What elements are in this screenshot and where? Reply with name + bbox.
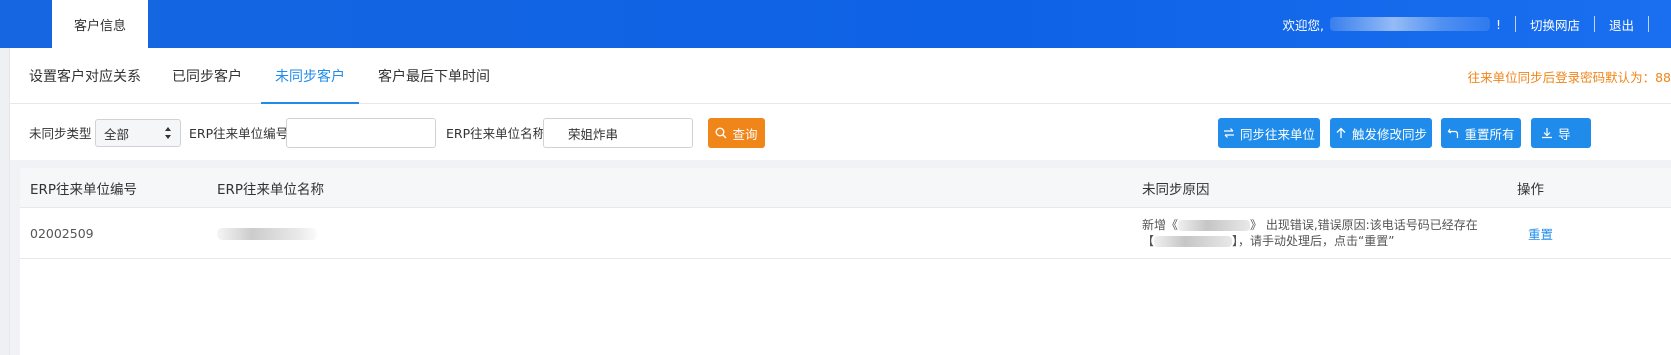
- filter-bar: 未同步类型 全部 ERP往来单位编号 ERP往来单位名称 荣姐炸串 查询 同步往…: [10, 104, 1671, 160]
- select-value: 全部: [104, 126, 130, 142]
- cell-unsynced-reason: 新增《 》 出现错误,错误原因:该电话号码已经存在 【 】，请手动处理后，点击“重置…: [1142, 217, 1502, 249]
- reset-all-label: 重置所有: [1464, 126, 1515, 142]
- reason-part: 【: [1142, 234, 1155, 248]
- section-gap: [10, 160, 1671, 168]
- unsynced-type-label: 未同步类型: [29, 125, 92, 141]
- tab-label: 客户最后下单时间: [378, 69, 490, 85]
- col-erp-code: ERP往来单位编号: [30, 182, 138, 198]
- erp-code-label: ERP往来单位编号: [189, 125, 289, 141]
- tab-synced-customers[interactable]: 已同步客户: [172, 48, 242, 104]
- reason-part: 》 出现错误,错误原因:该电话号码已经存在: [1250, 218, 1478, 232]
- tab-label: 设置客户对应关系: [29, 69, 141, 85]
- left-sidebar-edge: [0, 48, 10, 355]
- switch-store-link[interactable]: 切换网店: [1530, 15, 1580, 34]
- sync-units-label: 同步往来单位: [1239, 126, 1315, 142]
- col-actions: 操作: [1517, 182, 1544, 198]
- cell-erp-name-redacted: [217, 208, 317, 259]
- reset-all-button[interactable]: 重置所有: [1441, 118, 1521, 148]
- erp-name-input[interactable]: 荣姐炸串: [543, 118, 693, 148]
- reset-link-label: 重置: [1528, 227, 1554, 242]
- header-user-area: 欢迎您, ! 切换网店 退出: [1282, 0, 1671, 48]
- header-divider: [1648, 16, 1649, 32]
- undo-icon: [1448, 128, 1459, 138]
- redacted-phone: [1154, 236, 1233, 247]
- search-button[interactable]: 查询: [708, 118, 765, 148]
- export-label: 导: [1558, 126, 1571, 142]
- table-header: ERP往来单位编号 ERP往来单位名称 未同步原因 操作: [20, 168, 1671, 208]
- search-button-label: 查询: [732, 126, 758, 142]
- unsynced-type-select[interactable]: 全部: [95, 119, 181, 147]
- tab-last-order-time[interactable]: 客户最后下单时间: [378, 48, 490, 104]
- sub-tabs-bar: 设置客户对应关系 已同步客户 未同步客户 客户最后下单时间 往来单位同步后登录密…: [10, 48, 1671, 104]
- tab-label: 已同步客户: [172, 69, 242, 85]
- erp-code-input[interactable]: [286, 118, 436, 148]
- arrow-up-icon: [1336, 127, 1346, 138]
- reset-row-link[interactable]: 重置: [1528, 208, 1553, 259]
- header-divider: [1514, 16, 1516, 32]
- redacted-unit-name: [1178, 220, 1251, 231]
- tab-label: 未同步客户: [275, 69, 345, 85]
- redacted-username: [1329, 17, 1490, 31]
- tab-set-customer-mapping[interactable]: 设置客户对应关系: [29, 48, 141, 104]
- top-header: 客户信息 欢迎您, ! 切换网店 退出: [0, 0, 1671, 48]
- header-tab-label: 客户信息: [73, 18, 126, 34]
- table-row: 02002509 新增《 》 出现错误,错误原因:该电话号码已经存在 【 】，请手动…: [20, 208, 1671, 259]
- reason-part: 】，请手动处理后，点击“重置”: [1232, 234, 1395, 248]
- cell-erp-code: 02002509: [30, 226, 94, 241]
- unsynced-table: ERP往来单位编号 ERP往来单位名称 未同步原因 操作 02002509 新增…: [20, 168, 1671, 355]
- password-notice: 往来单位同步后登录密码默认为：88: [1467, 69, 1671, 85]
- select-arrows-icon: [165, 127, 171, 139]
- sync-units-button[interactable]: 同步往来单位: [1218, 118, 1320, 148]
- col-erp-name: ERP往来单位名称: [217, 182, 325, 198]
- tab-unsynced-customers[interactable]: 未同步客户: [261, 48, 359, 104]
- download-icon: [1542, 128, 1552, 139]
- logout-link[interactable]: 退出: [1609, 15, 1634, 34]
- welcome-text: 欢迎您, !: [1282, 15, 1501, 34]
- search-icon: [715, 127, 727, 139]
- trigger-sync-button[interactable]: 触发修改同步: [1330, 118, 1432, 148]
- reason-line-2: 【 】，请手动处理后，点击“重置”: [1142, 233, 1502, 249]
- reason-part: 新增《: [1142, 218, 1179, 232]
- welcome-suffix: !: [1495, 16, 1501, 32]
- erp-name-label: ERP往来单位名称: [446, 125, 546, 141]
- reason-line-1: 新增《 》 出现错误,错误原因:该电话号码已经存在: [1142, 217, 1502, 233]
- export-button[interactable]: 导: [1531, 118, 1591, 148]
- col-unsynced-reason: 未同步原因: [1142, 182, 1210, 198]
- trigger-sync-label: 触发修改同步: [1351, 126, 1427, 142]
- welcome-prefix: 欢迎您,: [1282, 17, 1324, 33]
- swap-icon: [1223, 128, 1234, 138]
- header-tab-customer-info[interactable]: 客户信息: [52, 0, 148, 48]
- header-divider: [1593, 16, 1595, 32]
- redacted-name: [217, 227, 317, 240]
